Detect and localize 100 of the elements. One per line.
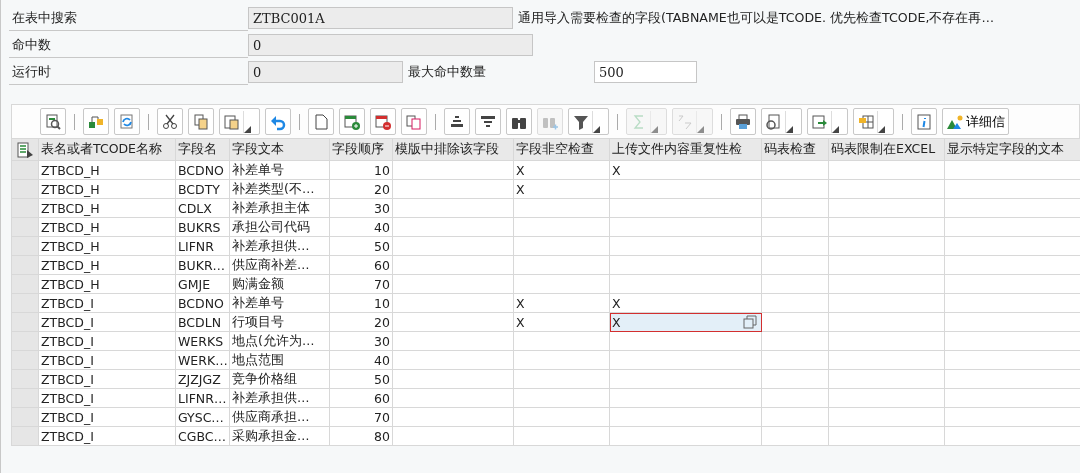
toolbar-button[interactable] xyxy=(370,108,396,135)
table-cell: 30 xyxy=(329,198,393,218)
table-cell: 50 xyxy=(329,369,393,389)
table-search-icon xyxy=(44,112,62,131)
column-header[interactable]: 字段非空检查 xyxy=(513,138,610,161)
input-field[interactable]: 500 xyxy=(594,61,697,83)
table-cell: 供应商补差… xyxy=(229,255,330,275)
toolbar-button[interactable] xyxy=(506,108,532,135)
table-cell: ZTBCD_H xyxy=(38,198,176,218)
toolbar-button[interactable] xyxy=(339,108,365,135)
table-cell: ZTBCD_I xyxy=(38,369,176,389)
table-cell: 20 xyxy=(329,179,393,199)
table-cell: WERKS xyxy=(175,331,230,351)
table-cell: GMJE xyxy=(175,274,230,294)
field-label: 最大命中数量 xyxy=(408,63,487,81)
column-header[interactable]: 上传文件内容重复性检 xyxy=(609,138,762,161)
details-button[interactable]: 详细信 xyxy=(942,108,1009,135)
printer-icon xyxy=(734,112,752,131)
column-header[interactable]: 模版中排除该字段 xyxy=(392,138,514,161)
table-cell: 购满金额 xyxy=(229,274,330,294)
table-cell xyxy=(761,426,829,446)
toolbar-button[interactable] xyxy=(475,108,501,135)
toolbar-button[interactable] xyxy=(219,108,260,135)
input-field[interactable]: ZTBC001A xyxy=(248,7,513,29)
table-cell: 60 xyxy=(329,388,393,408)
table-cell: 10 xyxy=(329,160,393,180)
table-cell xyxy=(761,407,829,427)
input-field[interactable]: 0 xyxy=(248,34,533,56)
delete-row-icon xyxy=(374,112,392,131)
table-cell: 补差单号 xyxy=(229,293,330,313)
table-cell: BCDNO xyxy=(175,160,230,180)
layout-icon xyxy=(857,112,875,131)
table-cell xyxy=(761,198,829,218)
table-cell: 70 xyxy=(329,407,393,427)
toolbar-button[interactable] xyxy=(40,108,66,135)
document-export-icon xyxy=(765,112,783,131)
table-cell: 补差承担供… xyxy=(229,388,330,408)
column-header[interactable]: 码表检查 xyxy=(761,138,829,161)
info-icon xyxy=(915,112,933,131)
copy-icon xyxy=(192,112,210,131)
table-cell: 竞争价格组 xyxy=(229,369,330,389)
table-cell: CGBC… xyxy=(175,426,230,446)
table-cell: ZTBCD_I xyxy=(38,388,176,408)
table-cell xyxy=(761,255,829,275)
table-cell: BUKRS xyxy=(175,217,230,237)
caret-icon xyxy=(244,125,251,133)
copy-icon[interactable] xyxy=(743,315,757,329)
input-field[interactable]: 0 xyxy=(248,61,403,83)
table-cell: 40 xyxy=(329,217,393,237)
table-cell: ZTBCD_H xyxy=(38,274,176,294)
table-cell: 地点(允许为… xyxy=(229,331,330,351)
toolbar-button[interactable] xyxy=(444,108,470,135)
paste-icon xyxy=(223,112,241,131)
caret-icon xyxy=(651,125,658,133)
table-cell: LIFNR… xyxy=(175,388,230,408)
table-cell: X xyxy=(513,312,610,332)
toolbar-button[interactable] xyxy=(83,108,109,135)
copy-row-icon xyxy=(405,112,423,131)
column-header[interactable]: 字段名 xyxy=(175,138,230,161)
table-cell xyxy=(761,350,829,370)
caret-icon xyxy=(786,125,793,133)
table-cell: 30 xyxy=(329,331,393,351)
toolbar-button[interactable] xyxy=(807,108,848,135)
select-all-icon[interactable] xyxy=(16,140,34,159)
toolbar-button[interactable] xyxy=(157,108,183,135)
table-cell: GYSC… xyxy=(175,407,230,427)
document-arrow-icon xyxy=(811,112,829,131)
table-cell: 10 xyxy=(329,293,393,313)
table-cell: X xyxy=(513,293,610,313)
table-cell: X xyxy=(609,160,762,180)
table-cell: WERK… xyxy=(175,350,230,370)
table-cell xyxy=(761,217,829,237)
table-cell: ZTBCD_I xyxy=(38,331,176,351)
table-cell xyxy=(761,274,829,294)
table-cell xyxy=(761,331,829,351)
document-icon xyxy=(312,112,330,131)
toolbar-button[interactable] xyxy=(568,108,609,135)
column-header[interactable]: 码表限制在EXCEL xyxy=(828,138,945,161)
caret-icon xyxy=(697,125,704,133)
field-label: 运行时 xyxy=(9,59,248,85)
table-cell: 40 xyxy=(329,350,393,370)
table-cell xyxy=(761,179,829,199)
table-cell: LIFNR xyxy=(175,236,230,256)
table-cell: 20 xyxy=(329,312,393,332)
toolbar-button[interactable] xyxy=(730,108,756,135)
table-cell: CDLX xyxy=(175,198,230,218)
table-cell: ZTBCD_H xyxy=(38,236,176,256)
column-header[interactable]: 显示特定字段的文本 xyxy=(944,138,1080,161)
column-header[interactable]: 字段文本 xyxy=(229,138,330,161)
refresh-icon xyxy=(118,112,136,131)
field-label: 命中数 xyxy=(9,32,248,58)
table-cell: ZTBCD_I xyxy=(38,293,176,313)
column-header[interactable]: 表名或者TCODE名称 xyxy=(38,138,176,161)
table-cell: 补差承担供… xyxy=(229,236,330,256)
toolbar-button[interactable] xyxy=(761,108,802,135)
table-cell: ZTBCD_H xyxy=(38,160,176,180)
table-cell: ZTBCD_I xyxy=(38,407,176,427)
table-cell: 80 xyxy=(329,426,393,446)
column-header[interactable]: 字段顺序 xyxy=(329,138,393,161)
scissors-icon xyxy=(161,112,179,131)
